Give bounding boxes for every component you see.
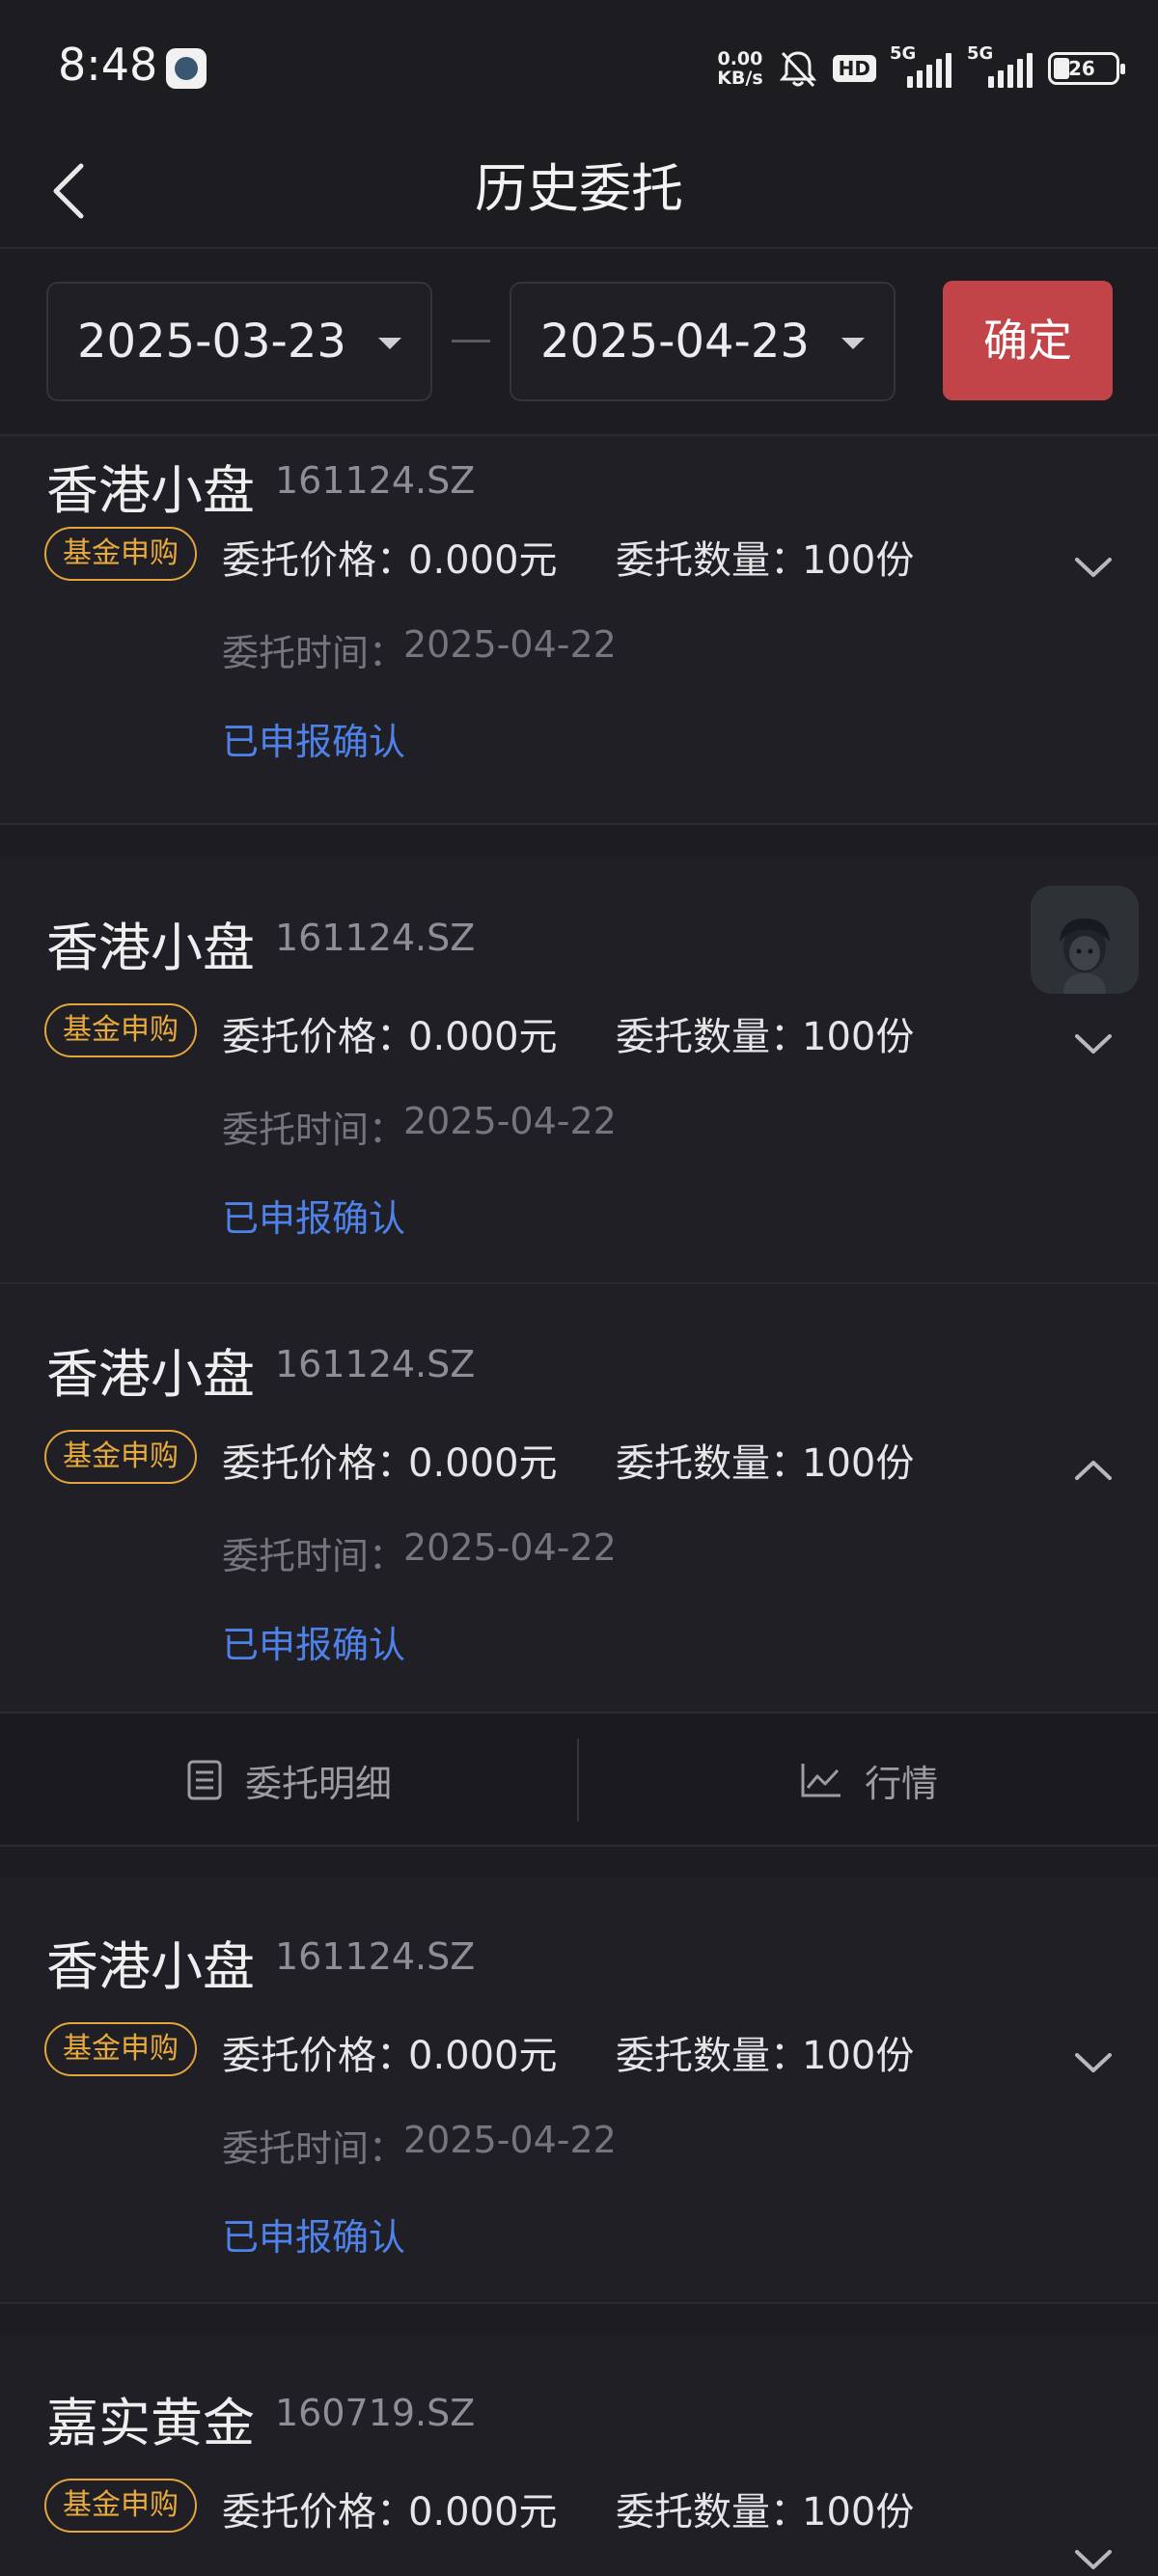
order-type-badge: 基金申购 xyxy=(44,2479,197,2533)
fund-code: 161124.SZ xyxy=(275,1343,476,1385)
order-detail-label: 委托明细 xyxy=(244,1762,392,1805)
chevron-down-icon[interactable] xyxy=(1073,2049,1114,2076)
quantity-value: 100份 xyxy=(802,2490,915,2535)
signal-2-icon: 5G xyxy=(967,43,1034,88)
status-bar: 8:48 0.00 KB/s HD 5G 5G 26 xyxy=(0,0,1158,135)
fund-code: 160719.SZ xyxy=(275,2392,476,2434)
date-filter: 2025-03-23 2025-04-23 确定 xyxy=(0,251,1158,434)
time-label: 委托时间： xyxy=(222,632,406,674)
status-time: 8:48 xyxy=(58,39,158,91)
fund-name: 香港小盘 xyxy=(46,1344,255,1405)
fund-name: 嘉实黄金 xyxy=(46,2393,255,2453)
fund-code: 161124.SZ xyxy=(275,459,476,502)
order-status: 已申报确认 xyxy=(222,2216,406,2259)
quantity-label: 委托数量： xyxy=(616,1441,809,1486)
quantity-label: 委托数量： xyxy=(616,2490,809,2535)
signal-1-label: 5G xyxy=(890,43,917,64)
order-card[interactable]: 香港小盘 161124.SZ 基金申购 委托价格： 0.000元 委托数量： 1… xyxy=(0,1877,1158,2304)
order-status: 已申报确认 xyxy=(222,1197,406,1240)
time-label: 委托时间： xyxy=(222,2127,406,2170)
market-button[interactable]: 行情 xyxy=(580,1713,1157,1847)
fund-name: 香港小盘 xyxy=(46,1936,255,1997)
status-icons: 0.00 KB/s HD 5G 5G 26 xyxy=(717,43,1125,93)
order-actions-bar: 委托明细 行情 xyxy=(0,1712,1158,1847)
caret-down-icon xyxy=(841,338,865,349)
quantity-label: 委托数量： xyxy=(616,1015,809,1059)
end-date-value: 2025-04-23 xyxy=(540,315,810,369)
bell-muted-icon xyxy=(779,51,816,88)
end-date-picker[interactable]: 2025-04-23 xyxy=(510,282,896,401)
order-detail-button[interactable]: 委托明细 xyxy=(0,1713,577,1847)
net-speed: 0.00 KB/s xyxy=(717,49,762,88)
time-label: 委托时间： xyxy=(222,1535,406,1577)
order-list: 香港小盘 161124.SZ 基金申购 委托价格： 0.000元 委托数量： 1… xyxy=(0,434,1158,2576)
start-date-value: 2025-03-23 xyxy=(77,315,346,369)
time-value: 2025-04-22 xyxy=(403,1526,617,1569)
order-card[interactable]: 嘉实黄金 160719.SZ 基金申购 委托价格： 0.000元 委托数量： 1… xyxy=(0,2334,1158,2576)
list-doc-icon xyxy=(187,1760,222,1800)
start-date-picker[interactable]: 2025-03-23 xyxy=(46,282,432,401)
quantity-value: 100份 xyxy=(802,538,915,583)
quantity-label: 委托数量： xyxy=(616,2034,809,2078)
caret-down-icon xyxy=(378,338,401,349)
time-label: 委托时间： xyxy=(222,1109,406,1151)
signal-2-label: 5G xyxy=(967,43,994,64)
fund-code: 161124.SZ xyxy=(275,1935,476,1978)
price-value: 0.000元 xyxy=(408,2490,558,2535)
app-notification-icon xyxy=(166,48,207,89)
confirm-button[interactable]: 确定 xyxy=(943,281,1113,400)
price-label: 委托价格： xyxy=(222,1015,415,1059)
chevron-up-icon[interactable] xyxy=(1073,1457,1114,1484)
order-type-badge: 基金申购 xyxy=(44,2022,197,2076)
quantity-label: 委托数量： xyxy=(616,538,809,583)
order-type-badge: 基金申购 xyxy=(44,1430,197,1484)
battery-icon: 26 xyxy=(1048,52,1125,85)
price-label: 委托价格： xyxy=(222,538,415,583)
order-type-badge: 基金申购 xyxy=(44,1003,197,1057)
price-label: 委托价格： xyxy=(222,1441,415,1486)
line-chart-icon xyxy=(801,1764,841,1797)
fund-name: 香港小盘 xyxy=(46,460,255,521)
nav-bar: 历史委托 xyxy=(0,135,1158,249)
date-separator xyxy=(452,340,490,343)
price-label: 委托价格： xyxy=(222,2490,415,2535)
net-speed-unit: KB/s xyxy=(717,68,763,89)
order-card-expanded[interactable]: 香港小盘 161124.SZ 基金申购 委托价格： 0.000元 委托数量： 1… xyxy=(0,1285,1158,1712)
market-label: 行情 xyxy=(864,1762,938,1805)
quantity-value: 100份 xyxy=(802,1015,915,1059)
actions-divider xyxy=(577,1739,579,1822)
time-value: 2025-04-22 xyxy=(403,2119,617,2161)
time-value: 2025-04-22 xyxy=(403,1100,617,1142)
chevron-down-icon[interactable] xyxy=(1073,554,1114,581)
signal-1-icon: 5G xyxy=(890,43,953,88)
assistant-avatar-button[interactable] xyxy=(1031,886,1139,994)
battery-level: 26 xyxy=(1068,57,1095,80)
chevron-down-icon[interactable] xyxy=(1073,2546,1114,2573)
price-value: 0.000元 xyxy=(408,538,558,583)
order-card[interactable]: 香港小盘 161124.SZ 基金申购 委托价格： 0.000元 委托数量： 1… xyxy=(0,436,1158,825)
order-status: 已申报确认 xyxy=(222,721,406,763)
net-speed-value: 0.00 xyxy=(717,48,763,69)
history-orders-screen: 8:48 0.00 KB/s HD 5G 5G 26 历史委托 2025-03-… xyxy=(0,0,1158,2576)
price-value: 0.000元 xyxy=(408,1015,558,1059)
fund-code: 161124.SZ xyxy=(275,917,476,959)
time-value: 2025-04-22 xyxy=(403,623,617,666)
price-value: 0.000元 xyxy=(408,1441,558,1486)
hd-voice-badge: HD xyxy=(832,55,876,82)
order-card[interactable]: 香港小盘 161124.SZ 基金申购 委托价格： 0.000元 委托数量： 1… xyxy=(0,857,1158,1284)
price-value: 0.000元 xyxy=(408,2034,558,2078)
fund-name: 香港小盘 xyxy=(46,918,255,978)
assistant-avatar-icon xyxy=(1031,886,1139,994)
order-type-badge: 基金申购 xyxy=(44,527,197,581)
price-label: 委托价格： xyxy=(222,2034,415,2078)
page-title: 历史委托 xyxy=(475,158,683,219)
quantity-value: 100份 xyxy=(802,1441,915,1486)
chevron-down-icon[interactable] xyxy=(1073,1030,1114,1057)
order-status: 已申报确认 xyxy=(222,1624,406,1666)
quantity-value: 100份 xyxy=(802,2034,915,2078)
